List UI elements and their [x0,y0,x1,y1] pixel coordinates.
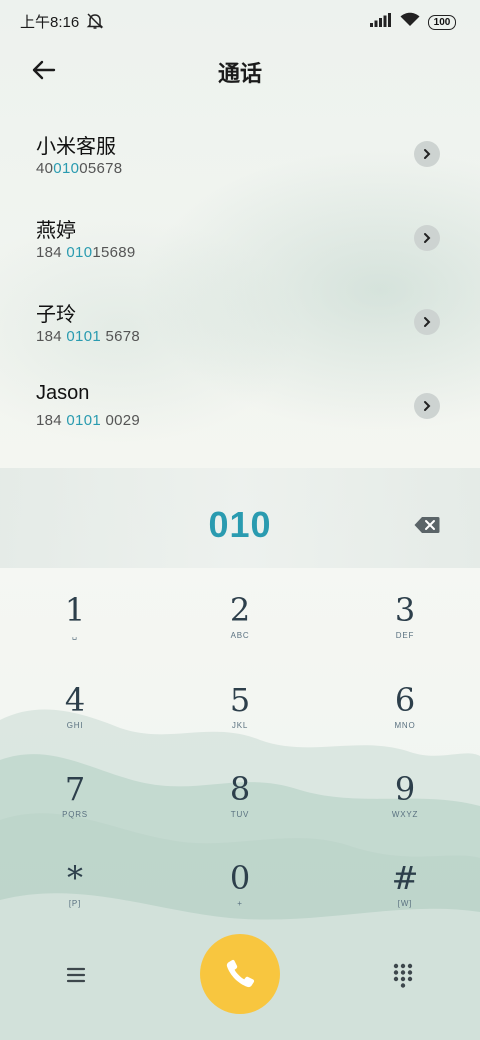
status-bar: 上午8:16 100 [0,0,480,40]
voicemail-glyph: ␣ [72,631,78,640]
key-8[interactable]: 8 TUV [180,769,300,847]
key-star[interactable]: * [P] [15,858,135,936]
mute-notification-icon [86,12,104,35]
key-4[interactable]: 4 GHI [15,680,135,758]
contact-detail-button[interactable] [414,309,440,335]
key-0[interactable]: 0 + [180,858,300,936]
header: 通话 [0,44,480,96]
backspace-icon [414,517,440,533]
battery-icon: 100 [428,14,456,30]
contact-number: 184 0101 5678 [36,328,141,345]
wifi-icon [400,12,420,32]
backspace-button[interactable] [414,516,440,534]
hamburger-menu-icon [66,967,86,983]
chevron-right-icon [424,401,431,411]
contact-detail-button[interactable] [414,141,440,167]
key-5[interactable]: 5 JKL [180,680,300,758]
contact-result[interactable]: 小米客服 4001005678 [0,110,480,194]
status-time: 上午8:16 [20,14,80,31]
contact-number: 184 01015689 [36,244,136,261]
chevron-right-icon [424,233,431,243]
number-match-highlight: 010 [53,160,80,177]
dialed-number[interactable]: 010 [0,504,480,546]
keypad-toggle-button[interactable] [392,962,414,988]
signal-icon [370,12,392,32]
contact-result[interactable]: 子玲 184 0101 5678 [0,278,480,362]
contact-detail-button[interactable] [414,225,440,251]
number-match-highlight: 0101 [66,328,101,345]
key-3[interactable]: 3 DEF [345,590,465,668]
number-match-highlight: 0101 [66,412,101,429]
key-9[interactable]: 9 WXYZ [345,769,465,847]
menu-button[interactable] [62,962,92,988]
contact-name: 子玲 [36,304,76,326]
chevron-right-icon [424,317,431,327]
contact-number: 184 0101 0029 [36,412,141,429]
contact-result[interactable]: 燕婷 184 01015689 [0,194,480,278]
contact-results-list: 小米客服 4001005678 燕婷 184 01015689 子玲 184 0… [0,110,480,446]
number-match-highlight: 010 [66,244,93,261]
contact-result[interactable]: Jason 184 0101 0029 [0,362,480,446]
contact-name: 小米客服 [36,136,116,158]
phone-icon [226,959,255,988]
contact-number: 4001005678 [36,160,123,177]
dialpad-icon [393,963,413,988]
chevron-right-icon [424,149,431,159]
dial-input-panel: 010 [0,468,480,568]
bottom-action-bar [0,932,480,1018]
key-1[interactable]: 1 ␣ [15,590,135,668]
contact-name: Jason [36,382,90,404]
key-2[interactable]: 2 ABC [180,590,300,668]
contact-name: 燕婷 [36,220,76,242]
call-button[interactable] [200,934,280,1014]
page-title: 通话 [217,61,262,86]
key-hash[interactable]: # [W] [345,858,465,936]
key-7[interactable]: 7 PQRS [15,769,135,847]
contact-detail-button[interactable] [414,393,440,419]
key-6[interactable]: 6 MNO [345,680,465,758]
